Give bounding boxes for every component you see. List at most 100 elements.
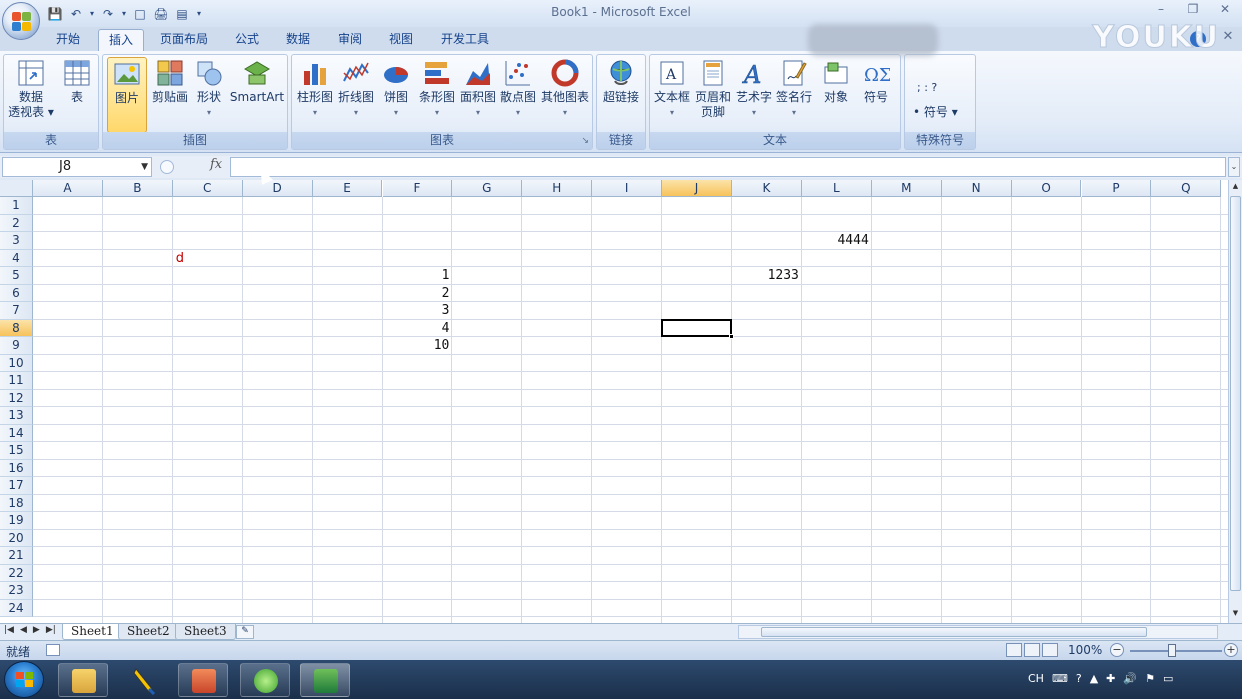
active-cell-selection[interactable]	[661, 318, 732, 337]
line-chart-button[interactable]: 折线图 ▾	[336, 57, 376, 120]
zoom-slider-knob[interactable]	[1168, 644, 1176, 657]
clip-art-button[interactable]: 剪贴画	[149, 57, 191, 105]
wordart-button[interactable]: A 艺术字 ▾	[734, 57, 774, 120]
tray-help-icon[interactable]: ?	[1076, 672, 1082, 685]
column-header-n[interactable]: N	[941, 180, 1012, 197]
minimize-icon[interactable]: –	[1150, 2, 1172, 20]
column-header-m[interactable]: M	[871, 180, 942, 197]
text-box-button[interactable]: A 文本框 ▾	[652, 57, 692, 120]
zoom-level[interactable]: 100%	[1068, 643, 1102, 657]
tab-review[interactable]: 审阅	[328, 29, 372, 51]
column-header-c[interactable]: C	[172, 180, 243, 197]
row-header-1[interactable]: 1	[0, 197, 33, 215]
show-desktop-icon[interactable]: ▭	[1163, 672, 1173, 685]
tab-page-layout[interactable]: 页面布局	[150, 29, 218, 51]
object-button[interactable]: 对象	[816, 57, 856, 105]
row-header-19[interactable]: 19	[0, 512, 33, 530]
page-layout-view-icon[interactable]	[1024, 643, 1040, 657]
scatter-chart-button[interactable]: 散点图 ▾	[498, 57, 538, 120]
tray-plus-icon[interactable]: ✚	[1106, 672, 1115, 685]
column-header-e[interactable]: E	[312, 180, 383, 197]
fill-handle[interactable]	[729, 334, 734, 339]
column-header-k[interactable]: K	[732, 180, 802, 197]
charts-dialog-launcher-icon[interactable]: ↘	[581, 136, 589, 146]
row-header-11[interactable]: 11	[0, 372, 33, 390]
taskbar-explorer[interactable]	[58, 663, 108, 697]
cell-f8[interactable]: 4	[383, 320, 453, 338]
area-chart-button[interactable]: 面积图 ▾	[458, 57, 498, 120]
header-footer-button[interactable]: 页眉和 页脚	[692, 57, 734, 120]
pie-chart-button[interactable]: 饼图 ▾	[378, 57, 414, 120]
row-header-23[interactable]: 23	[0, 582, 33, 600]
row-header-2[interactable]: 2	[0, 214, 33, 232]
prev-sheet-icon[interactable]: ◀	[20, 625, 27, 635]
workbook-close-icon[interactable]: ✕	[1220, 29, 1236, 47]
taskbar-powerpoint[interactable]	[178, 663, 228, 697]
column-header-l[interactable]: L	[801, 180, 872, 197]
scroll-up-icon[interactable]: ▲	[1230, 182, 1241, 194]
restore-icon[interactable]: ❐	[1182, 2, 1204, 20]
undo-dropdown-icon[interactable]: ▾	[88, 5, 96, 22]
column-header-a[interactable]: A	[33, 180, 103, 197]
table-button[interactable]: 表	[58, 57, 96, 105]
other-charts-button[interactable]: 其他图表 ▾	[540, 57, 590, 120]
row-header-15[interactable]: 15	[0, 442, 33, 460]
column-header-d[interactable]: D	[242, 180, 313, 197]
redo-icon[interactable]: ↷	[99, 5, 117, 22]
column-header-g[interactable]: G	[452, 180, 523, 197]
tab-insert[interactable]: 插入	[98, 29, 145, 51]
row-header-3[interactable]: 3	[0, 232, 33, 250]
cell-f7[interactable]: 3	[383, 302, 453, 320]
row-header-22[interactable]: 22	[0, 564, 33, 582]
smartart-button[interactable]: SmartArt	[229, 57, 285, 105]
tray-expand-icon[interactable]: ▲	[1090, 672, 1098, 685]
name-box-dropdown-icon[interactable]: ▼	[141, 158, 148, 176]
row-header-14[interactable]: 14	[0, 424, 33, 442]
taskbar-browser[interactable]	[240, 663, 290, 697]
special-symbols-row[interactable]: ; : ?	[917, 81, 937, 94]
taskbar-excel[interactable]	[300, 663, 350, 697]
macro-record-icon[interactable]	[46, 644, 60, 656]
cell-f6[interactable]: 2	[383, 285, 453, 303]
cell-l3[interactable]: 4444	[802, 232, 872, 250]
row-header-21[interactable]: 21	[0, 547, 33, 565]
office-button[interactable]	[2, 2, 40, 40]
print-preview-icon[interactable]: ▤	[173, 5, 191, 22]
save-icon[interactable]: 💾	[46, 5, 64, 22]
tab-developer[interactable]: 开发工具	[431, 29, 499, 51]
cell-c4[interactable]: d	[173, 250, 243, 268]
taskbar-pen-tool[interactable]	[120, 663, 170, 697]
sheet-tab-sheet2[interactable]: Sheet2	[118, 624, 179, 640]
keyboard-icon[interactable]: ⌨	[1052, 672, 1068, 685]
select-all-corner[interactable]	[0, 180, 33, 197]
row-header-24[interactable]: 24	[0, 599, 33, 617]
horizontal-scroll-thumb[interactable]	[761, 627, 1147, 637]
page-break-view-icon[interactable]	[1042, 643, 1058, 657]
zoom-slider[interactable]	[1130, 650, 1222, 652]
vertical-scrollbar[interactable]: ▲ ▼	[1228, 180, 1242, 623]
action-center-icon[interactable]: ⚑	[1145, 672, 1155, 685]
start-button[interactable]	[4, 661, 44, 698]
horizontal-scrollbar[interactable]	[738, 625, 1218, 639]
picture-button[interactable]: 图片	[107, 57, 147, 133]
worksheet-grid[interactable]: A B C D E F G H I J K L M N O P Q 1 2 3 4 5 6 7 8 9 10 11 12 13 14 15 16…	[0, 180, 1228, 623]
last-sheet-icon[interactable]: ▶|	[46, 625, 56, 635]
cell-k5[interactable]: 1233	[732, 267, 802, 285]
first-sheet-icon[interactable]: |◀	[4, 625, 14, 635]
row-header-9[interactable]: 9	[0, 337, 33, 355]
name-box[interactable]: J8 ▼	[2, 157, 152, 177]
column-header-f[interactable]: F	[382, 180, 453, 197]
column-header-i[interactable]: I	[592, 180, 663, 197]
volume-icon[interactable]: 🔊	[1123, 672, 1137, 685]
column-header-h[interactable]: H	[522, 180, 593, 197]
row-header-8[interactable]: 8	[0, 319, 33, 337]
close-icon[interactable]: ✕	[1214, 2, 1236, 20]
column-chart-button[interactable]: 柱形图 ▾	[294, 57, 336, 120]
language-indicator[interactable]: CH	[1028, 672, 1044, 685]
row-header-7[interactable]: 7	[0, 302, 33, 320]
print-icon[interactable]: 🖨	[152, 5, 170, 22]
customize-qat-icon[interactable]: ▾	[194, 5, 204, 22]
scroll-down-icon[interactable]: ▼	[1230, 609, 1241, 621]
symbol-button[interactable]: ΩΣ 符号	[856, 57, 896, 105]
row-header-4[interactable]: 4	[0, 249, 33, 267]
